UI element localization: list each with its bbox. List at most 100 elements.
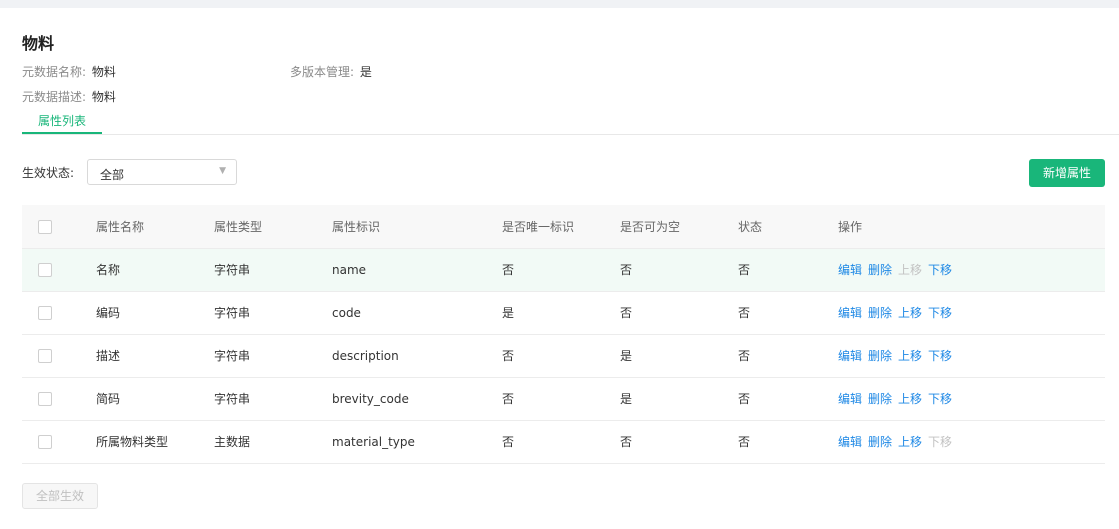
meta-version: 多版本管理: 是 [290, 63, 372, 80]
attr-type-cell: 字符串 [214, 291, 332, 335]
column-header-unique: 是否唯一标识 [502, 205, 620, 249]
nullable-cell: 是 [620, 334, 738, 378]
page-title: 物料 [22, 34, 55, 53]
move-up-link[interactable]: 上移 [898, 392, 922, 406]
table-row: 简码 字符串 brevity_code 否是否编辑 删除 上移 下移 [22, 377, 1105, 421]
add-attribute-button[interactable]: 新增属性 [1029, 159, 1105, 187]
row-select-cell [22, 248, 96, 292]
attr-key-cell: description [332, 334, 502, 378]
unique-cell: 否 [502, 248, 620, 292]
status-cell: 否 [738, 291, 838, 335]
move-down-link[interactable]: 下移 [928, 306, 952, 320]
tab-attribute-list[interactable]: 属性列表 [22, 112, 102, 134]
move-up-link: 上移 [898, 263, 923, 277]
unique-cell: 否 [502, 334, 620, 378]
attr-type-cell: 字符串 [214, 377, 332, 421]
delete-link[interactable]: 删除 [868, 349, 892, 363]
content-panel: 物料 元数据名称: 物料 多版本管理: 是 元数据描述: 物料 属性列表 生效状… [0, 8, 1119, 529]
status-cell: 否 [738, 248, 838, 292]
column-header-type: 属性类型 [214, 205, 332, 249]
table-row: 编码 字符串 code 是否否编辑 删除 上移 下移 [22, 291, 1105, 335]
move-down-link[interactable]: 下移 [928, 349, 952, 363]
unique-cell: 否 [502, 420, 620, 464]
edit-link[interactable]: 编辑 [838, 435, 862, 449]
row-checkbox[interactable] [38, 391, 52, 406]
attr-key-cell: code [332, 291, 502, 335]
header-select-cell [22, 205, 96, 249]
edit-link[interactable]: 编辑 [838, 349, 862, 363]
attr-type-cell: 主数据 [214, 420, 332, 464]
attr-name-cell: 编码 [96, 291, 214, 335]
nullable-cell: 否 [620, 248, 738, 292]
row-actions: 编辑 删除 上移 下移 [838, 377, 1105, 421]
attr-type-cell: 字符串 [214, 248, 332, 292]
apply-all-button: 全部生效 [22, 483, 98, 509]
delete-link[interactable]: 删除 [868, 392, 892, 406]
attr-name-cell: 描述 [96, 334, 214, 378]
table-header-row: 属性名称 属性类型 属性标识 是否唯一标识 是否可为空 状态 操作 [22, 205, 1105, 249]
attr-key-cell: material_type [332, 420, 502, 464]
move-down-link[interactable]: 下移 [928, 263, 952, 277]
meta-desc-value: 物料 [91, 90, 116, 104]
row-select-cell [22, 334, 96, 378]
tab-bar: 属性列表 [22, 112, 1119, 135]
row-select-cell [22, 377, 96, 421]
row-checkbox[interactable] [38, 262, 52, 277]
edit-link[interactable]: 编辑 [838, 392, 862, 406]
column-header-nullable: 是否可为空 [620, 205, 738, 249]
status-filter-select[interactable]: 全部 ▼ [87, 159, 237, 185]
attr-name-cell: 简码 [96, 377, 214, 421]
row-select-cell [22, 420, 96, 464]
row-checkbox[interactable] [38, 434, 52, 449]
nullable-cell: 否 [620, 420, 738, 464]
delete-link[interactable]: 删除 [868, 435, 892, 449]
row-actions: 编辑 删除 上移 下移 [838, 291, 1105, 335]
table-row: 名称 字符串 name 否否否编辑 删除 上移 下移 [22, 248, 1105, 292]
edit-link[interactable]: 编辑 [838, 263, 862, 277]
delete-link[interactable]: 删除 [868, 263, 892, 277]
row-actions: 编辑 删除 上移 下移 [838, 420, 1105, 464]
status-cell: 否 [738, 334, 838, 378]
attr-key-cell: name [332, 248, 502, 292]
table-row: 描述 字符串 description 否是否编辑 删除 上移 下移 [22, 334, 1105, 378]
meta-name-value: 物料 [91, 65, 116, 79]
row-select-cell [22, 291, 96, 335]
column-header-status: 状态 [738, 205, 838, 249]
row-checkbox[interactable] [38, 305, 52, 320]
attr-key-cell: brevity_code [332, 377, 502, 421]
edit-link[interactable]: 编辑 [838, 306, 862, 320]
move-up-link[interactable]: 上移 [898, 349, 922, 363]
row-actions: 编辑 删除 上移 下移 [838, 334, 1105, 378]
nullable-cell: 否 [620, 291, 738, 335]
chevron-down-icon: ▼ [219, 166, 226, 176]
status-cell: 否 [738, 377, 838, 421]
meta-desc-label: 元数据描述: [22, 90, 87, 104]
move-up-link[interactable]: 上移 [898, 435, 922, 449]
column-header-actions: 操作 [838, 205, 1105, 249]
column-header-name: 属性名称 [96, 205, 214, 249]
column-header-key: 属性标识 [332, 205, 502, 249]
meta-version-value: 是 [359, 65, 372, 79]
move-down-link[interactable]: 下移 [928, 392, 952, 406]
move-down-link: 下移 [928, 435, 953, 449]
attr-name-cell: 所属物料类型 [96, 420, 214, 464]
attribute-table: 属性名称 属性类型 属性标识 是否唯一标识 是否可为空 状态 操作 名称 字符串 n… [22, 205, 1105, 464]
row-actions: 编辑 删除 上移 下移 [838, 248, 1105, 292]
meta-name-label: 元数据名称: [22, 65, 87, 79]
unique-cell: 否 [502, 377, 620, 421]
status-filter-value: 全部 [100, 168, 125, 182]
meta-version-label: 多版本管理: [290, 65, 355, 79]
table-row: 所属物料类型 主数据 material_type 否否否编辑 删除 上移 下移 [22, 420, 1105, 464]
select-all-checkbox[interactable] [38, 219, 52, 234]
delete-link[interactable]: 删除 [868, 306, 892, 320]
meta-name: 元数据名称: 物料 [22, 63, 116, 80]
status-filter-label: 生效状态: [22, 166, 75, 180]
unique-cell: 是 [502, 291, 620, 335]
row-checkbox[interactable] [38, 348, 52, 363]
attr-name-cell: 名称 [96, 248, 214, 292]
meta-desc: 元数据描述: 物料 [22, 88, 116, 105]
attr-type-cell: 字符串 [214, 334, 332, 378]
nullable-cell: 是 [620, 377, 738, 421]
move-up-link[interactable]: 上移 [898, 306, 922, 320]
status-cell: 否 [738, 420, 838, 464]
